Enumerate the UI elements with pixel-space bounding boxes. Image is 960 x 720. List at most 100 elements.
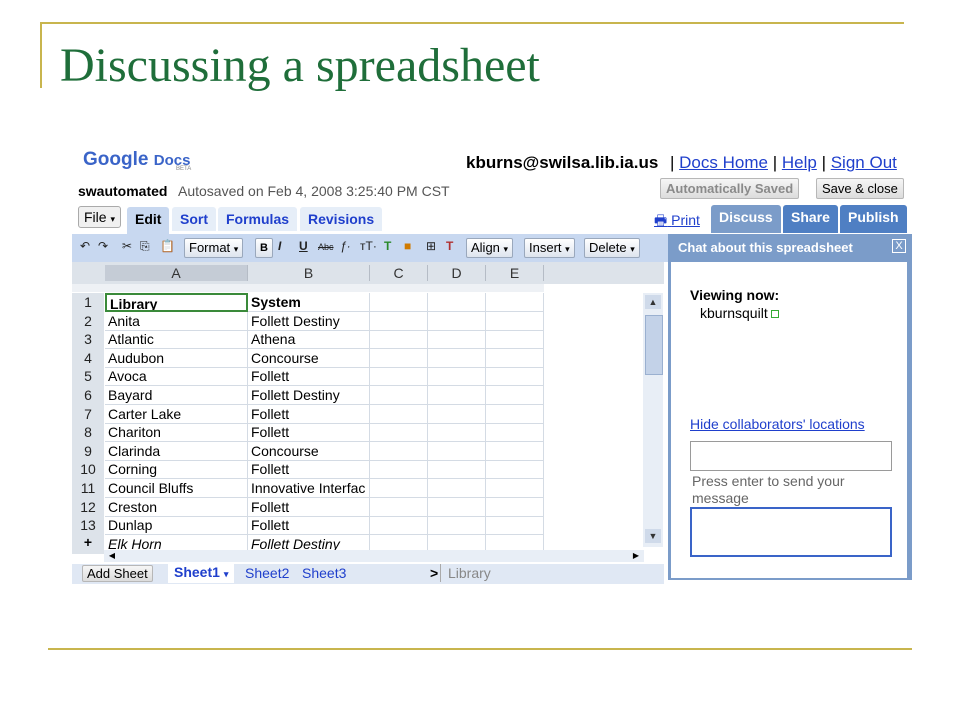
document-title[interactable]: swautomated <box>78 183 167 199</box>
cell-a[interactable]: Anita <box>105 312 248 331</box>
empty-cell[interactable] <box>428 330 486 349</box>
empty-cell[interactable] <box>370 293 428 312</box>
row-header[interactable]: 11 <box>72 479 104 499</box>
cell-b[interactable]: Innovative Interfac <box>248 479 370 498</box>
redo-icon[interactable]: ↷ <box>98 239 108 253</box>
row-header[interactable]: 2 <box>72 312 104 332</box>
insert-dropdown[interactable]: Insert ▾ <box>524 238 575 258</box>
cell-b[interactable]: Follett Destiny <box>248 312 370 331</box>
cell-a[interactable]: Creston <box>105 498 248 517</box>
underline-button[interactable]: U <box>299 239 308 253</box>
row-header[interactable]: 4 <box>72 349 104 369</box>
cell-a[interactable]: Atlantic <box>105 330 248 349</box>
cell-a[interactable]: Chariton <box>105 423 248 442</box>
empty-cell[interactable] <box>486 516 544 535</box>
cell-b[interactable]: Athena <box>248 330 370 349</box>
column-header-d[interactable]: D <box>428 265 486 281</box>
empty-cell[interactable] <box>428 516 486 535</box>
empty-cell[interactable] <box>428 405 486 424</box>
cell-b[interactable]: Follett <box>248 405 370 424</box>
empty-cell[interactable] <box>428 423 486 442</box>
undo-icon[interactable]: ↶ <box>80 239 90 253</box>
add-rows-icon[interactable]: + <box>72 534 104 552</box>
empty-cell[interactable] <box>428 293 486 312</box>
empty-cell[interactable] <box>486 386 544 405</box>
cell-b[interactable]: Follett <box>248 498 370 517</box>
print-link[interactable]: 🖶 Print <box>654 210 700 234</box>
empty-cell[interactable] <box>428 367 486 386</box>
tab-edit[interactable]: Edit <box>127 207 170 234</box>
empty-cell[interactable] <box>370 442 428 461</box>
tab-share[interactable]: Share <box>783 205 838 233</box>
clear-format-icon[interactable]: T <box>446 239 453 253</box>
cell-a[interactable]: Library <box>105 293 248 312</box>
strikethrough-button[interactable]: Abc <box>318 242 334 252</box>
cell-b[interactable]: Concourse <box>248 349 370 368</box>
column-header-e[interactable]: E <box>486 265 544 281</box>
docs-home-link[interactable]: Docs Home <box>679 153 768 172</box>
empty-cell[interactable] <box>486 312 544 331</box>
chat-message-field[interactable] <box>690 507 892 557</box>
scroll-left-icon[interactable]: ◀ <box>106 550 118 562</box>
cell-a[interactable]: Bayard <box>105 386 248 405</box>
cell-a[interactable]: Carter Lake <box>105 405 248 424</box>
font-icon[interactable]: ƒ· <box>340 239 351 253</box>
cell-a[interactable]: Clarinda <box>105 442 248 461</box>
fill-color-icon[interactable]: ■ <box>404 239 411 253</box>
save-and-close-button[interactable]: Save & close <box>816 178 904 199</box>
empty-cell[interactable] <box>428 442 486 461</box>
help-link[interactable]: Help <box>782 153 817 172</box>
horizontal-scrollbar[interactable]: ◀ ▶ <box>104 550 644 562</box>
empty-cell[interactable] <box>428 479 486 498</box>
empty-cell[interactable] <box>370 479 428 498</box>
empty-cell[interactable] <box>428 312 486 331</box>
empty-cell[interactable] <box>486 293 544 312</box>
scroll-down-icon[interactable]: ▼ <box>645 529 661 543</box>
cell-a[interactable]: Council Bluffs <box>105 479 248 498</box>
borders-icon[interactable]: ⊞ <box>426 239 436 253</box>
tab-discuss[interactable]: Discuss <box>711 205 781 233</box>
empty-cell[interactable] <box>486 405 544 424</box>
add-sheet-button[interactable]: Add Sheet <box>82 565 153 582</box>
empty-cell[interactable] <box>428 498 486 517</box>
cell-b[interactable]: System <box>248 293 370 312</box>
empty-cell[interactable] <box>428 349 486 368</box>
empty-cell[interactable] <box>370 330 428 349</box>
row-header[interactable]: 13 <box>72 516 104 536</box>
empty-cell[interactable] <box>486 479 544 498</box>
row-header[interactable]: 7 <box>72 405 104 425</box>
italic-button[interactable]: I <box>278 239 281 253</box>
column-header-b[interactable]: B <box>248 265 370 281</box>
empty-cell[interactable] <box>486 330 544 349</box>
row-header[interactable]: 12 <box>72 498 104 518</box>
tab-sort[interactable]: Sort <box>172 207 216 231</box>
empty-cell[interactable] <box>370 367 428 386</box>
sheet-tab-2[interactable]: Sheet2 <box>245 565 289 581</box>
copy-icon[interactable]: ⎘ <box>140 239 150 254</box>
empty-cell[interactable] <box>370 423 428 442</box>
tab-formulas[interactable]: Formulas <box>218 207 298 231</box>
row-header[interactable]: 3 <box>72 330 104 350</box>
format-dropdown[interactable]: Format ▾ <box>184 238 244 258</box>
cell-b[interactable]: Follett <box>248 516 370 535</box>
cut-icon[interactable]: ✂ <box>122 239 132 253</box>
paste-icon[interactable]: 📋 <box>160 239 175 253</box>
more-sheets-button[interactable]: > <box>430 565 438 581</box>
cell-b[interactable]: Follett <box>248 423 370 442</box>
empty-cell[interactable] <box>486 498 544 517</box>
row-header[interactable]: 10 <box>72 460 104 480</box>
automatically-saved-button[interactable]: Automatically Saved <box>660 178 800 199</box>
row-header[interactable]: 8 <box>72 423 104 443</box>
cell-b[interactable]: Follett Destiny <box>248 386 370 405</box>
cell-b[interactable]: Follett <box>248 367 370 386</box>
sign-out-link[interactable]: Sign Out <box>831 153 897 172</box>
cell-a[interactable]: Dunlap <box>105 516 248 535</box>
cell-b[interactable]: Follett <box>248 460 370 479</box>
scroll-up-icon[interactable]: ▲ <box>645 295 661 309</box>
cell-a[interactable]: Avoca <box>105 367 248 386</box>
row-header[interactable]: 1 <box>72 293 104 313</box>
row-header[interactable]: 5 <box>72 367 104 387</box>
cell-a[interactable]: Audubon <box>105 349 248 368</box>
empty-cell[interactable] <box>370 498 428 517</box>
bold-button[interactable]: B <box>255 238 273 258</box>
